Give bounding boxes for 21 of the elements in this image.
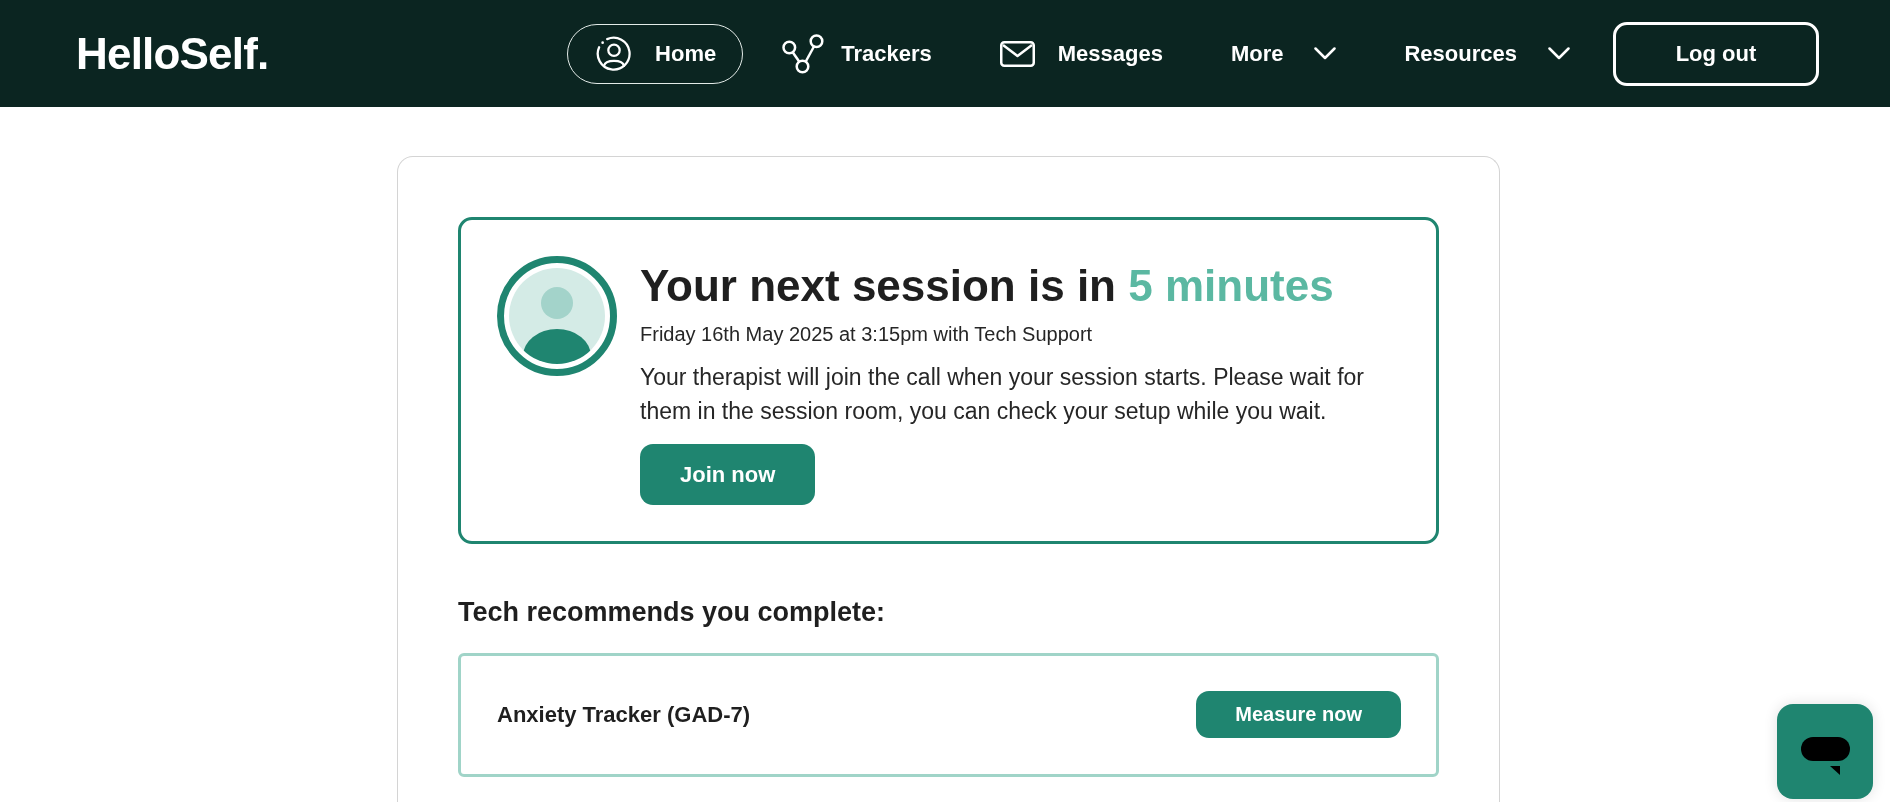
envelope-icon [999,40,1035,67]
join-button[interactable]: Join now [640,444,816,505]
session-message: Your therapist will join the call when your session starts. Please wait for them in the session room, you can check your setup while you wait. [640,363,1365,426]
logout-button[interactable]: Log out [1613,21,1819,86]
nav-link[interactable]: Messages [970,23,1192,84]
session-title: Your next session is in 5 minutes [640,260,1334,312]
nodes-icon [782,33,825,74]
chat-button[interactable] [1777,704,1873,799]
avatar-icon [497,256,617,376]
speech-bubble-icon [1800,737,1850,775]
chevron-down-icon [1548,47,1570,60]
tracker-name: Anxiety Tracker (GAD-7) [497,701,751,728]
nav-menu[interactable]: Resources [1375,23,1599,84]
measure-button[interactable]: Measure now [1196,691,1401,738]
nav-link[interactable]: Trackers [753,23,961,84]
session-details: Friday 16th May 2025 at 3:15pm with Tech Support [640,322,1093,346]
nav-menu[interactable]: More [1201,23,1366,84]
recommendations-heading: Tech recommends you complete: [458,596,887,628]
user-icon [596,34,633,73]
chevron-down-icon [1314,47,1337,60]
logo[interactable]: HelloSelf. [76,31,269,76]
